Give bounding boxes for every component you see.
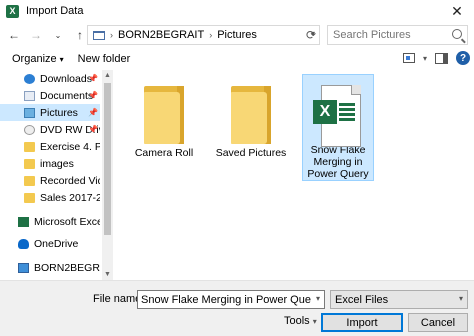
folder-icon (24, 158, 35, 169)
sidebar-item-sales[interactable]: Sales 2017-2023 (0, 189, 100, 206)
recent-locations-chevron-icon[interactable]: ⌄ (50, 25, 66, 45)
documents-icon (24, 90, 35, 101)
sidebar-item-microsoft-excel[interactable]: Microsoft Excel (0, 213, 100, 230)
download-icon (24, 73, 35, 84)
chevron-down-icon: ▾ (59, 55, 64, 64)
cancel-button[interactable]: Cancel (408, 313, 468, 332)
title-bar: X Import Data ✕ (0, 0, 474, 22)
file-list: Camera Roll Saved Pictures X Snow Flake … (114, 70, 474, 280)
scrollbar-thumb[interactable] (104, 83, 111, 235)
sidebar-item-label: Exercise 4. Powe (40, 140, 100, 153)
sidebar-item-images[interactable]: images (0, 155, 100, 172)
file-item-snow-flake-workbook[interactable]: X Snow Flake Merging in Power Query (302, 74, 374, 181)
sidebar-item-recorded-videos[interactable]: Recorded Videos (0, 172, 100, 189)
pin-icon: 📌 (88, 125, 98, 134)
up-arrow-icon[interactable]: ↑ (72, 25, 88, 45)
chevron-down-icon[interactable]: ▾ (316, 294, 320, 303)
dialog-footer: File name: ▾ Excel Files ▾ Tools ▾ Impor… (0, 280, 474, 336)
chevron-down-icon: ▾ (458, 294, 463, 303)
organize-label: Organize (12, 53, 57, 65)
chevron-right-icon: › (209, 30, 213, 40)
file-type-select[interactable]: Excel Files ▾ (330, 290, 468, 309)
import-button[interactable]: Import (321, 313, 403, 332)
dvd-icon (24, 124, 35, 135)
new-folder-button[interactable]: New folder (78, 53, 131, 65)
folder-icon (24, 175, 35, 186)
excel-app-icon: X (6, 4, 19, 18)
file-item-camera-roll[interactable]: Camera Roll (128, 74, 200, 181)
scroll-up-icon[interactable]: ▲ (102, 70, 113, 81)
folder-icon (231, 86, 271, 144)
pc-icon (18, 262, 29, 273)
file-item-label: Camera Roll (134, 147, 194, 159)
window-title: Import Data (26, 5, 84, 17)
tools-label: Tools (284, 315, 310, 327)
pin-icon: 📌 (88, 74, 98, 83)
command-bar: Organize ▾ New folder ▾ ? (0, 48, 474, 70)
sidebar-item-this-pc[interactable]: BORN2BEGRAIT (0, 259, 100, 276)
excel-file-icon: X (313, 85, 363, 147)
chevron-down-icon: ▾ (312, 316, 317, 326)
back-arrow-icon[interactable]: ← (6, 25, 22, 45)
close-icon[interactable]: ✕ (440, 0, 474, 22)
file-type-value: Excel Files (335, 293, 389, 306)
scroll-down-icon[interactable]: ▼ (102, 269, 113, 280)
excel-icon (18, 216, 29, 227)
sidebar-item-label: Pictures (40, 106, 78, 119)
file-item-label: Saved Pictures (215, 147, 287, 159)
pin-icon: 📌 (88, 91, 98, 100)
sidebar-item-downloads[interactable]: Downloads 📌 (0, 70, 100, 87)
sidebar-item-label: Documents (40, 89, 94, 102)
folder-icon (24, 141, 35, 152)
navigation-pane: Downloads 📌 Documents 📌 Pictures 📌 DVD R… (0, 70, 113, 280)
file-item-label: Snow Flake Merging in Power Query (307, 144, 369, 180)
file-name-field[interactable] (141, 293, 311, 306)
file-item-saved-pictures[interactable]: Saved Pictures (215, 74, 287, 181)
refresh-icon[interactable]: ⟳ (306, 28, 316, 42)
sidebar-item-label: Sales 2017-2023 (40, 191, 100, 204)
search-box[interactable] (327, 25, 468, 45)
sidebar-item-label: Downloads (40, 72, 92, 85)
sidebar-item-label: Recorded Videos (40, 174, 100, 187)
search-icon (452, 29, 462, 39)
folder-icon (24, 192, 35, 203)
address-row: ← → ⌄ ↑ › BORN2BEGRAIT › Pictures ▾ ⟳ (0, 22, 474, 48)
onedrive-icon (18, 238, 29, 249)
address-bar[interactable]: › BORN2BEGRAIT › Pictures ▾ (87, 25, 320, 45)
pictures-icon (24, 107, 35, 118)
pin-icon: 📌 (88, 108, 98, 117)
chevron-right-icon: › (110, 30, 113, 40)
navigation-scrollbar[interactable]: ▲ ▼ (102, 70, 113, 280)
folder-icon (144, 86, 184, 144)
help-icon[interactable]: ? (456, 51, 470, 65)
pc-folder-icon (93, 30, 105, 40)
search-input[interactable] (333, 29, 451, 41)
chevron-down-icon[interactable]: ▾ (423, 54, 427, 63)
organize-button[interactable]: Organize ▾ (12, 53, 64, 65)
breadcrumb-current[interactable]: Pictures (217, 29, 257, 41)
sidebar-item-label: Microsoft Excel (34, 215, 100, 228)
breadcrumb-root[interactable]: BORN2BEGRAIT (118, 29, 204, 41)
tools-menu-button[interactable]: Tools ▾ (284, 315, 317, 327)
file-name-combobox[interactable]: ▾ (137, 290, 325, 309)
preview-pane-icon[interactable] (435, 52, 448, 64)
sidebar-item-label: BORN2BEGRAIT (34, 261, 100, 274)
sidebar-item-documents[interactable]: Documents 📌 (0, 87, 100, 104)
sidebar-item-pictures[interactable]: Pictures 📌 (0, 104, 100, 121)
sidebar-item-exercise[interactable]: Exercise 4. Powe (0, 138, 100, 155)
change-view-icon[interactable] (402, 53, 415, 63)
sidebar-item-dvd-drive[interactable]: DVD RW Drive 📌 (0, 121, 100, 138)
sidebar-item-label: OneDrive (34, 237, 79, 250)
sidebar-item-onedrive[interactable]: OneDrive (0, 235, 100, 252)
sidebar-item-label: images (40, 157, 74, 170)
forward-arrow-icon[interactable]: → (28, 25, 44, 45)
